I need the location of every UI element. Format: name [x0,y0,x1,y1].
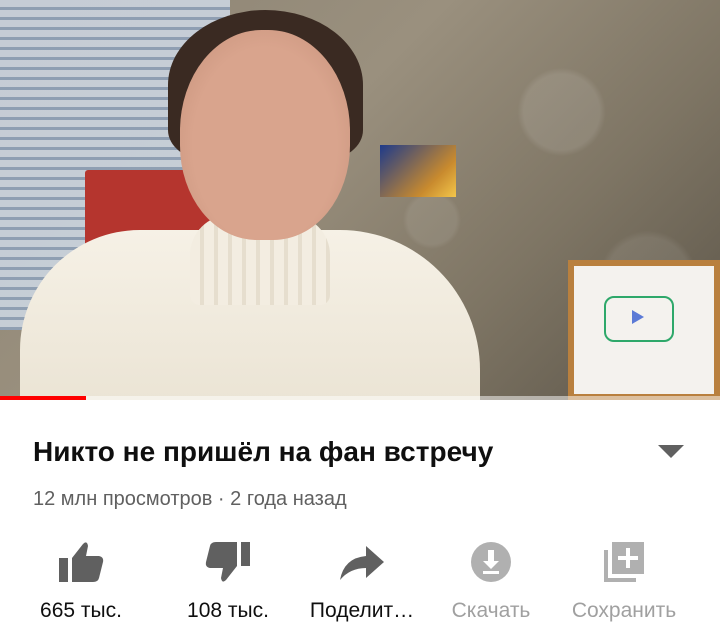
save-button[interactable]: Сохранить [560,530,688,637]
dislike-button[interactable]: 108 тыс. [172,530,284,637]
save-label: Сохранить [571,599,677,622]
download-label: Скачать [451,599,531,622]
like-count: 665 тыс. [40,599,122,622]
action-bar: 665 тыс. 108 тыс. Поделит… Скачать Сохра… [0,530,720,637]
whiteboard [568,260,720,400]
like-button[interactable]: 665 тыс. [28,530,134,637]
view-count: 12 млн просмотров [33,488,213,510]
thumb-down-icon [205,542,250,582]
wall-poster [380,145,456,197]
thumb-up-icon [59,542,104,582]
add-to-playlist-icon [604,542,644,582]
share-button[interactable]: Поделит… [300,530,424,637]
meta-separator: · [212,488,231,510]
dislike-count: 108 тыс. [187,599,269,622]
video-title[interactable]: Никто не пришёл на фан встречу [33,432,633,472]
video-meta: 12 млн просмотров · 2 года назад [33,485,347,513]
video-progress-fill [0,396,87,400]
person-face [180,30,350,240]
upload-age: 2 года назад [230,488,347,510]
video-progress-bar[interactable] [0,396,720,400]
share-icon [340,546,384,580]
download-icon [471,542,511,582]
play-drawing-icon [632,310,644,324]
video-player[interactable] [0,0,720,400]
share-label: Поделит… [309,599,415,622]
expand-description-icon[interactable] [658,443,684,459]
download-button[interactable]: Скачать [440,530,542,637]
